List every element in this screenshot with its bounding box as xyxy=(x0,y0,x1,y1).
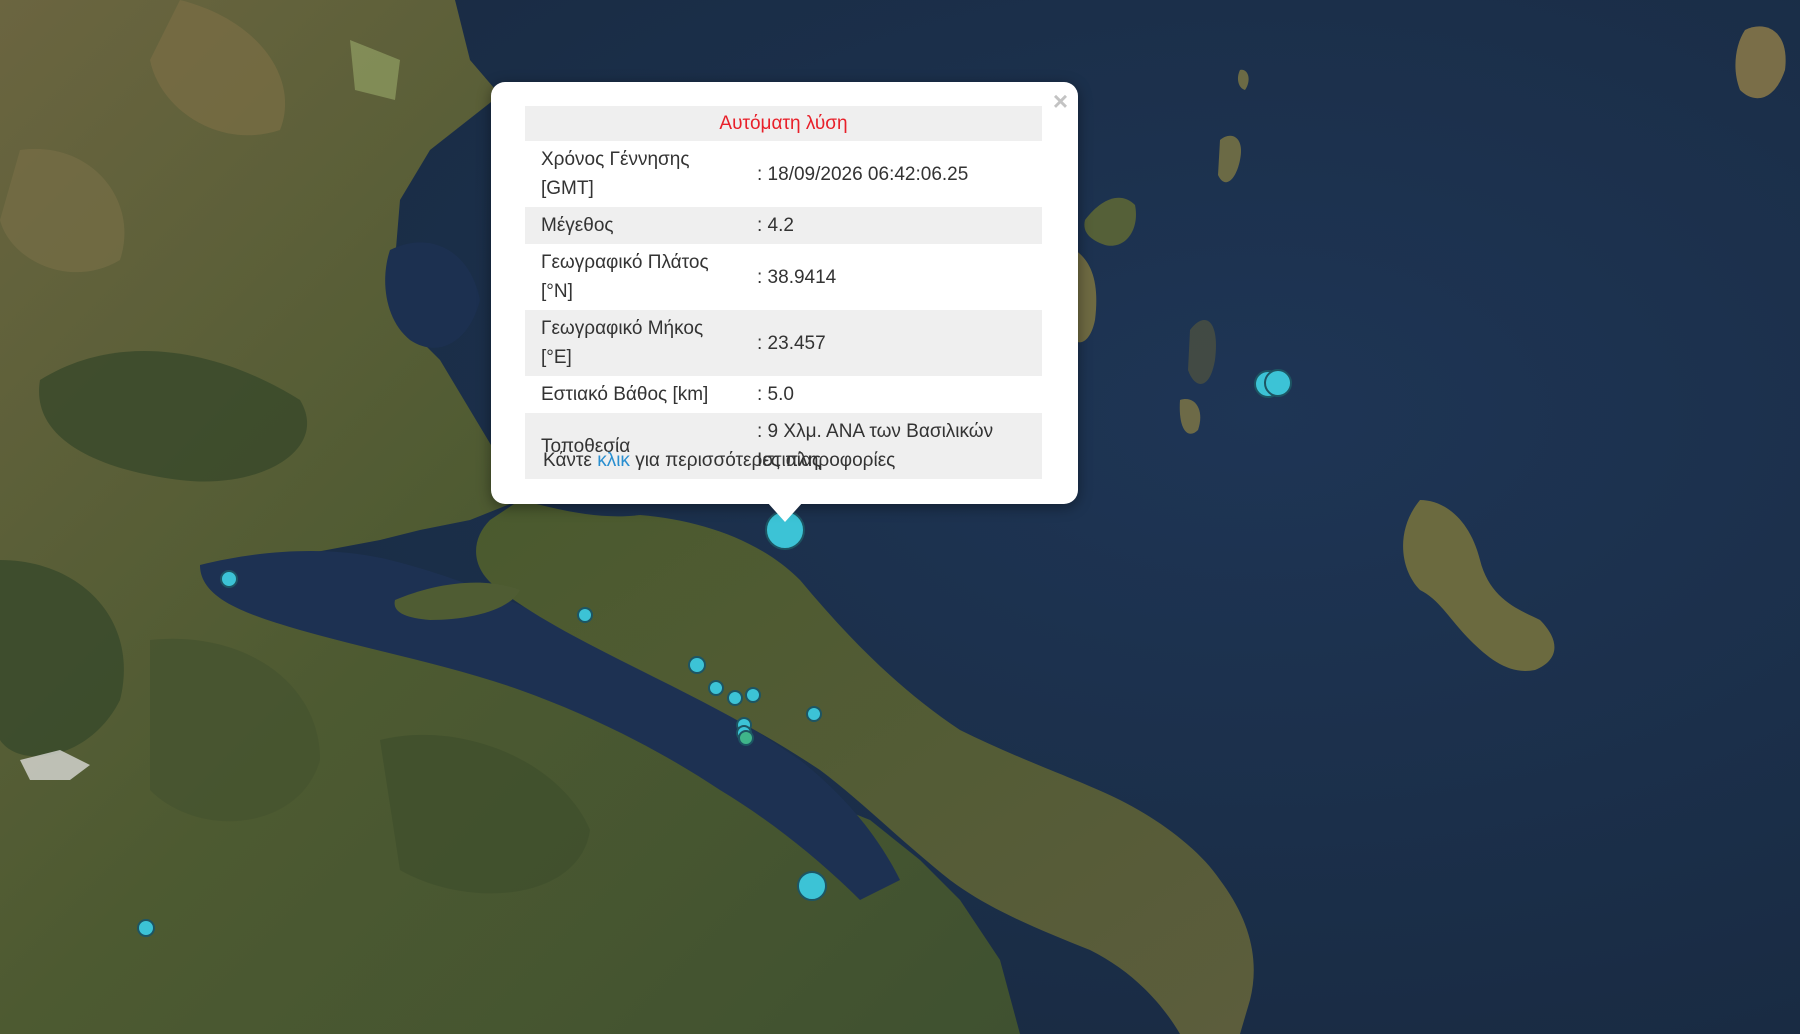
popup-header-row: Αυτόματη λύση xyxy=(525,106,1042,141)
close-icon[interactable]: × xyxy=(1053,88,1068,114)
magnitude-value: : 4.2 xyxy=(745,207,1042,244)
table-row: Γεωγραφικό Πλάτος [°N] : 38.9414 xyxy=(525,244,1042,310)
more-info-link[interactable]: κλικ xyxy=(597,450,630,471)
event-marker[interactable] xyxy=(137,919,155,937)
event-marker[interactable] xyxy=(688,656,706,674)
event-marker[interactable] xyxy=(745,687,761,703)
event-marker[interactable] xyxy=(727,690,743,706)
popup-tip xyxy=(767,502,803,522)
event-marker[interactable] xyxy=(797,871,827,901)
latitude-label: Γεωγραφικό Πλάτος [°N] xyxy=(541,252,709,302)
event-details-table: Αυτόματη λύση Χρόνος Γέννησης [GMT] : 18… xyxy=(525,106,1042,479)
event-marker[interactable] xyxy=(1264,369,1292,397)
event-marker[interactable] xyxy=(738,730,754,746)
footer-text-before: Κάντε xyxy=(543,450,598,471)
event-marker[interactable] xyxy=(220,570,238,588)
table-row: Γεωγραφικό Μήκος [°E] : 23.457 xyxy=(525,310,1042,376)
popup-header: Αυτόματη λύση xyxy=(525,106,1042,141)
satellite-map[interactable]: × Αυτόματη λύση Χρόνος Γέννησης [GMT] : … xyxy=(0,0,1800,1034)
magnitude-label: Μέγεθος xyxy=(525,207,745,244)
event-marker[interactable] xyxy=(708,680,724,696)
latitude-value: : 38.9414 xyxy=(757,266,837,288)
longitude-value: : 23.457 xyxy=(745,310,1042,376)
origin-time-label: Χρόνος Γέννησης [GMT] xyxy=(541,149,690,199)
footer-text-after: για περισσότερες πληροφορίες xyxy=(629,450,896,471)
depth-value: : 5.0 xyxy=(757,384,794,405)
popup-footer: Κάντε κλικ για περισσότερες πληροφορίες xyxy=(543,450,895,472)
table-row: Εστιακό Βάθος [km] : 5.0 xyxy=(525,376,1042,413)
table-row: Μέγεθος : 4.2 xyxy=(525,207,1042,244)
longitude-label: Γεωγραφικό Μήκος [°E] xyxy=(525,310,745,376)
table-row: Χρόνος Γέννησης [GMT] : 18/09/2026 06:42… xyxy=(525,141,1042,207)
event-marker[interactable] xyxy=(806,706,822,722)
event-popup: × Αυτόματη λύση Χρόνος Γέννησης [GMT] : … xyxy=(491,82,1078,522)
origin-time-value: : 18/09/2026 06:42:06.25 xyxy=(757,163,969,185)
event-marker[interactable] xyxy=(577,607,593,623)
depth-label: Εστιακό Βάθος [km] xyxy=(541,384,709,405)
